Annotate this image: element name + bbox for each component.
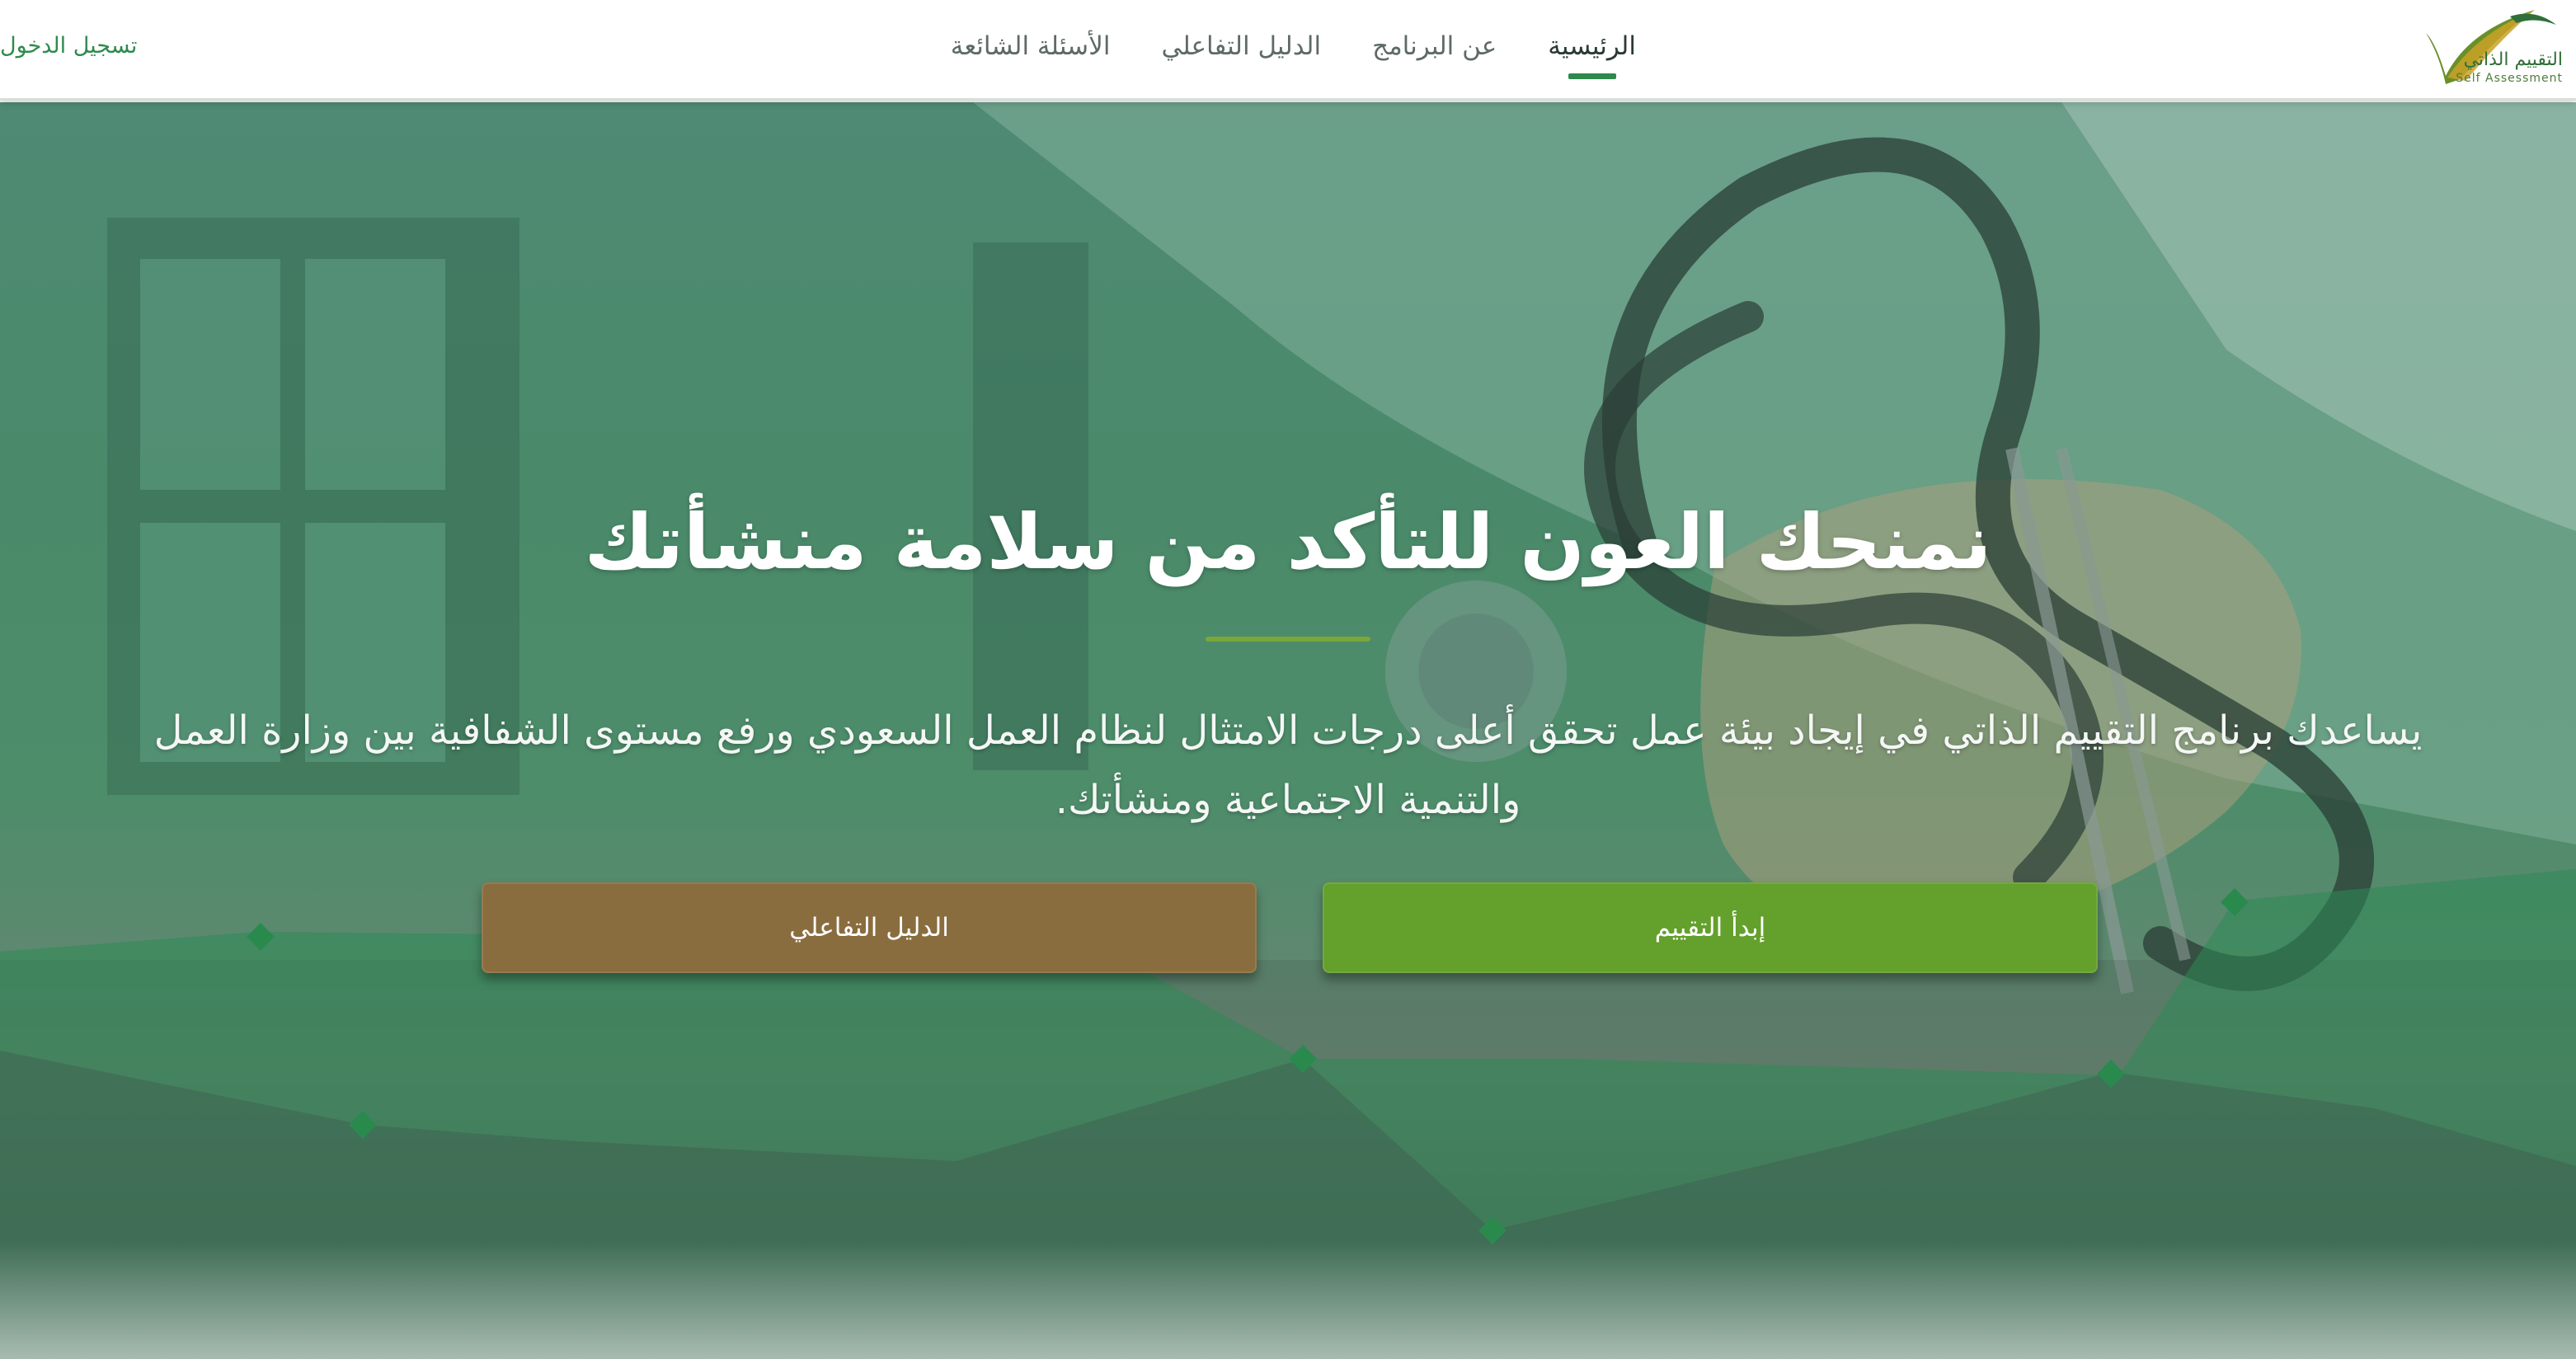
interactive-guide-button[interactable]: الدليل التفاعلي [482, 882, 1257, 973]
top-navigation-bar: التقييم الذاتي Self Assessment الرئيسية … [0, 0, 2576, 101]
hero-section: نمنحك العون للتأكد من سلامة منشأتك يساعد… [0, 102, 2576, 1359]
hero-description: يساعدك برنامج التقييم الذاتي في إيجاد بي… [153, 708, 2423, 823]
login-link[interactable]: تسجيل الدخول [0, 28, 137, 64]
hero-title-divider [1206, 637, 1370, 642]
nav-item-faq[interactable]: الأسئلة الشائعة [951, 25, 1111, 74]
site-logo[interactable]: التقييم الذاتي Self Assessment [2411, 5, 2568, 91]
nav-item-about[interactable]: عن البرنامج [1372, 25, 1497, 74]
start-assessment-button[interactable]: إبدأ التقييم [1323, 882, 2098, 973]
logo-title-english: Self Assessment [2456, 72, 2563, 85]
nav-item-home[interactable]: الرئيسية [1548, 25, 1636, 74]
nav-item-interactive-guide[interactable]: الدليل التفاعلي [1161, 25, 1321, 74]
logo-title-arabic: التقييم الذاتي [2463, 49, 2563, 70]
hero-title: نمنحك العون للتأكد من سلامة منشأتك [584, 498, 1992, 586]
main-nav: الرئيسية عن البرنامج الدليل التفاعلي الأ… [951, 25, 1636, 74]
